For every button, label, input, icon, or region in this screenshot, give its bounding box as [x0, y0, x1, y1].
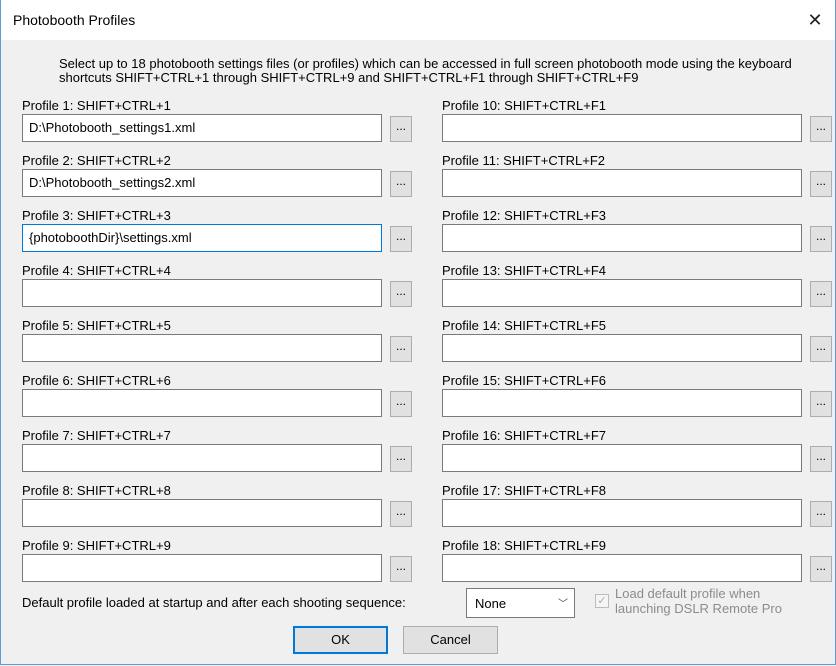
- profile-8-path-input[interactable]: [22, 499, 382, 527]
- profile-16-path-input[interactable]: [442, 444, 802, 472]
- default-profile-select[interactable]: None ﹀: [466, 588, 575, 618]
- profile-18-browse-button[interactable]: ...: [810, 556, 832, 582]
- profile-14-label: Profile 14: SHIFT+CTRL+F5: [442, 318, 606, 333]
- profile-3-label: Profile 3: SHIFT+CTRL+3: [22, 208, 171, 223]
- description-text: Select up to 18 photobooth settings file…: [59, 56, 792, 85]
- profile-5-path-input[interactable]: [22, 334, 382, 362]
- window-title: Photobooth Profiles: [13, 12, 136, 28]
- profile-1-path-input[interactable]: D:\Photobooth_settings1.xml: [22, 114, 382, 142]
- profile-12-label: Profile 12: SHIFT+CTRL+F3: [442, 208, 606, 223]
- profile-18-label: Profile 18: SHIFT+CTRL+F9: [442, 538, 606, 553]
- profile-2-path-input[interactable]: D:\Photobooth_settings2.xml: [22, 169, 382, 197]
- load-default-label: Load default profile when launching DSLR…: [615, 586, 782, 616]
- profile-11-label: Profile 11: SHIFT+CTRL+F2: [442, 153, 606, 168]
- profile-6-path-input[interactable]: [22, 389, 382, 417]
- profile-3-path-input[interactable]: {photoboothDir}\settings.xml: [22, 224, 382, 252]
- profile-7-path-input[interactable]: [22, 444, 382, 472]
- profile-4-path-input[interactable]: [22, 279, 382, 307]
- profile-2-browse-button[interactable]: ...: [390, 171, 412, 197]
- profile-4-label: Profile 4: SHIFT+CTRL+4: [22, 263, 171, 278]
- profile-15-path-input[interactable]: [442, 389, 802, 417]
- title-bar: Photobooth Profiles ✕: [1, 0, 835, 40]
- profile-12-browse-button[interactable]: ...: [810, 226, 832, 252]
- load-default-checkbox[interactable]: ✓: [595, 594, 609, 608]
- chevron-down-icon: ﹀: [558, 599, 568, 610]
- profile-9-path-input[interactable]: [22, 554, 382, 582]
- profile-5-label: Profile 5: SHIFT+CTRL+5: [22, 318, 171, 333]
- photobooth-profiles-dialog: Photobooth Profiles ✕ Select up to 18 ph…: [0, 0, 836, 665]
- profile-16-label: Profile 16: SHIFT+CTRL+F7: [442, 428, 606, 443]
- profile-18-path-input[interactable]: [442, 554, 802, 582]
- profile-8-label: Profile 8: SHIFT+CTRL+8: [22, 483, 171, 498]
- profile-8-browse-button[interactable]: ...: [390, 501, 412, 527]
- profile-14-browse-button[interactable]: ...: [810, 336, 832, 362]
- profile-17-label: Profile 17: SHIFT+CTRL+F8: [442, 483, 606, 498]
- profile-15-label: Profile 15: SHIFT+CTRL+F6: [442, 373, 606, 388]
- profile-15-browse-button[interactable]: ...: [810, 391, 832, 417]
- ok-button[interactable]: OK: [293, 626, 388, 654]
- close-icon[interactable]: ✕: [795, 0, 835, 40]
- profile-10-browse-button[interactable]: ...: [810, 116, 832, 142]
- profile-7-browse-button[interactable]: ...: [390, 446, 412, 472]
- profile-11-path-input[interactable]: [442, 169, 802, 197]
- profile-10-path-input[interactable]: [442, 114, 802, 142]
- profile-4-browse-button[interactable]: ...: [390, 281, 412, 307]
- profile-6-browse-button[interactable]: ...: [390, 391, 412, 417]
- profile-11-browse-button[interactable]: ...: [810, 171, 832, 197]
- profile-17-path-input[interactable]: [442, 499, 802, 527]
- profile-16-browse-button[interactable]: ...: [810, 446, 832, 472]
- profile-2-label: Profile 2: SHIFT+CTRL+2: [22, 153, 171, 168]
- default-profile-label: Default profile loaded at startup and af…: [22, 595, 406, 610]
- profile-3-browse-button[interactable]: ...: [390, 226, 412, 252]
- default-profile-value: None: [475, 596, 507, 611]
- profile-17-browse-button[interactable]: ...: [810, 501, 832, 527]
- profile-1-label: Profile 1: SHIFT+CTRL+1: [22, 98, 171, 113]
- profile-5-browse-button[interactable]: ...: [390, 336, 412, 362]
- profile-13-browse-button[interactable]: ...: [810, 281, 832, 307]
- profile-7-label: Profile 7: SHIFT+CTRL+7: [22, 428, 171, 443]
- profile-13-path-input[interactable]: [442, 279, 802, 307]
- cancel-button[interactable]: Cancel: [403, 626, 498, 654]
- profile-10-label: Profile 10: SHIFT+CTRL+F1: [442, 98, 606, 113]
- profile-9-label: Profile 9: SHIFT+CTRL+9: [22, 538, 171, 553]
- profile-9-browse-button[interactable]: ...: [390, 556, 412, 582]
- profile-13-label: Profile 13: SHIFT+CTRL+F4: [442, 263, 606, 278]
- profile-1-browse-button[interactable]: ...: [390, 116, 412, 142]
- profile-14-path-input[interactable]: [442, 334, 802, 362]
- profile-6-label: Profile 6: SHIFT+CTRL+6: [22, 373, 171, 388]
- profile-12-path-input[interactable]: [442, 224, 802, 252]
